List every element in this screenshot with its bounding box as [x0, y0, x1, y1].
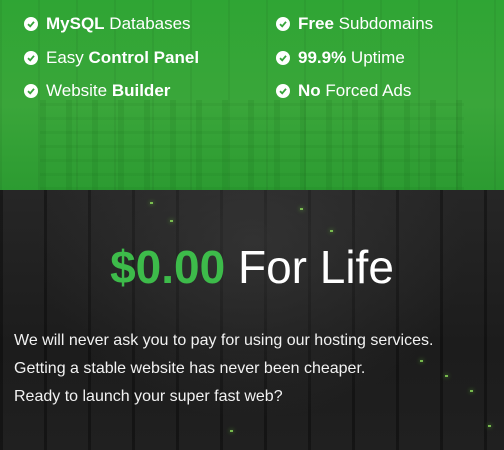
server-light [330, 230, 333, 232]
feature-no-forced-ads: No Forced Ads [276, 81, 411, 101]
pricing-hero-section: $0.00 For Life We will never ask you to … [0, 190, 504, 450]
server-light [488, 425, 491, 427]
server-light [230, 430, 233, 432]
feature-free-subdomains: Free Subdomains [276, 14, 433, 34]
feature-text: Databases [104, 14, 191, 33]
server-light [470, 390, 473, 392]
check-circle-icon [24, 17, 38, 31]
server-light [300, 208, 303, 210]
feature-bold: Free [298, 14, 334, 33]
feature-text: Subdomains [333, 14, 434, 33]
price-headline: $0.00 For Life [0, 240, 504, 294]
check-circle-icon [24, 51, 38, 65]
feature-mysql-databases: MySQL Databases [24, 14, 191, 34]
feature-bold: MySQL [46, 14, 105, 33]
price-suffix: For Life [225, 241, 394, 293]
feature-text: Forced Ads [320, 81, 412, 100]
feature-bold: Builder [111, 81, 171, 100]
description-line: Getting a stable website has never been … [14, 360, 366, 377]
server-light [170, 220, 173, 222]
feature-website-builder: Website Builder [24, 81, 170, 101]
feature-bold: No [298, 81, 321, 100]
check-circle-icon [276, 51, 290, 65]
check-circle-icon [276, 17, 290, 31]
feature-text: Website [46, 81, 112, 100]
feature-uptime: 99.9% Uptime [276, 48, 405, 68]
feature-easy-control-panel: Easy Control Panel [24, 48, 199, 68]
feature-bold: Control Panel [88, 48, 200, 67]
check-circle-icon [276, 84, 290, 98]
description-line: Ready to launch your super fast web? [14, 388, 283, 405]
hero-description: We will never ask you to pay for using o… [14, 327, 433, 411]
server-light [445, 375, 448, 377]
feature-text: Uptime [346, 48, 405, 67]
feature-text: Easy [46, 48, 89, 67]
feature-bold: 99.9% [298, 48, 347, 67]
server-light [150, 202, 153, 204]
check-circle-icon [24, 84, 38, 98]
description-line: We will never ask you to pay for using o… [14, 332, 434, 349]
features-section: MySQL Databases Easy Control Panel Websi… [0, 0, 504, 190]
price-value: $0.00 [110, 241, 226, 293]
